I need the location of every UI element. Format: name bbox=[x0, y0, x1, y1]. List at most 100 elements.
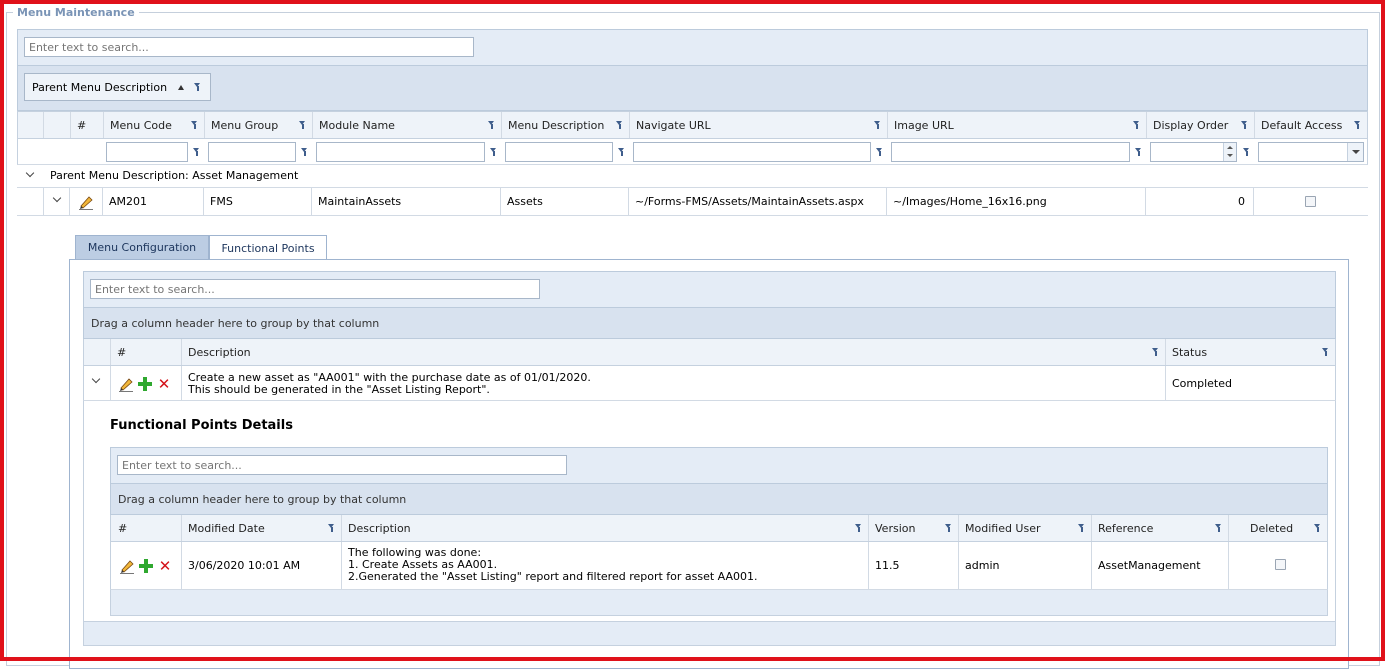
col-menu-code[interactable]: Menu Code bbox=[104, 112, 205, 138]
filter-icon[interactable] bbox=[1241, 121, 1248, 129]
group-chip-parent-menu-description[interactable]: Parent Menu Description bbox=[24, 73, 211, 101]
fp-group-panel: Drag a column header here to group by th… bbox=[83, 307, 1336, 339]
filter-icon[interactable] bbox=[945, 524, 952, 532]
filter-icon[interactable] bbox=[618, 147, 625, 156]
cell-module-name: MaintainAssets bbox=[312, 188, 501, 215]
col-image-url[interactable]: Image URL bbox=[888, 112, 1147, 138]
table-row[interactable]: ✕ Create a new asset as "AA001" with the… bbox=[83, 366, 1336, 401]
fp-group-hint: Drag a column header here to group by th… bbox=[91, 316, 380, 330]
cell-menu-description: Assets bbox=[501, 188, 629, 215]
col-command bbox=[44, 112, 71, 138]
delete-icon[interactable]: ✕ bbox=[157, 377, 171, 392]
filter-icon[interactable] bbox=[299, 121, 306, 129]
details-group-panel: Drag a column header here to group by th… bbox=[110, 483, 1328, 515]
group-chip-label: Parent Menu Description bbox=[32, 80, 168, 94]
sort-ascending-icon bbox=[178, 85, 184, 90]
filter-default-access-dropdown[interactable] bbox=[1258, 142, 1364, 162]
cell-default-access bbox=[1254, 188, 1368, 215]
details-col-hash[interactable]: # bbox=[111, 515, 182, 541]
filter-icon[interactable] bbox=[1078, 524, 1085, 532]
col-module-name[interactable]: Module Name bbox=[313, 112, 502, 138]
cell-display-order: 0 bbox=[1146, 188, 1254, 215]
filter-icon[interactable] bbox=[1314, 524, 1321, 532]
fp-cell-status: Completed bbox=[1172, 376, 1232, 390]
filter-icon[interactable] bbox=[194, 83, 201, 91]
chevron-down-icon[interactable] bbox=[52, 193, 62, 203]
filter-icon[interactable] bbox=[855, 524, 862, 532]
table-row[interactable]: AM201 FMS MaintainAssets Assets ~/Forms-… bbox=[17, 188, 1368, 216]
filter-icon[interactable] bbox=[1133, 121, 1140, 129]
details-col-reference[interactable]: Reference bbox=[1092, 515, 1229, 541]
dropdown-arrow-icon[interactable] bbox=[1347, 143, 1363, 161]
filter-icon[interactable] bbox=[301, 147, 308, 156]
chevron-down-icon[interactable] bbox=[25, 168, 35, 178]
cell-menu-code: AM201 bbox=[103, 188, 204, 215]
filter-icon[interactable] bbox=[1135, 147, 1142, 156]
filter-icon[interactable] bbox=[488, 121, 495, 129]
edit-pencil-icon[interactable] bbox=[119, 558, 135, 574]
cell-image-url: ~/Images/Home_16x16.png bbox=[887, 188, 1146, 215]
fp-col-description[interactable]: Description bbox=[182, 339, 1166, 365]
col-menu-group[interactable]: Menu Group bbox=[205, 112, 313, 138]
deleted-checkbox[interactable] bbox=[1275, 559, 1286, 570]
details-col-description[interactable]: Description bbox=[342, 515, 869, 541]
filter-icon[interactable] bbox=[1354, 121, 1361, 129]
main-search-input[interactable] bbox=[24, 37, 474, 57]
col-display-order[interactable]: Display Order bbox=[1147, 112, 1255, 138]
edit-pencil-icon[interactable] bbox=[118, 376, 134, 392]
col-hash[interactable]: # bbox=[71, 112, 104, 138]
filter-icon[interactable] bbox=[490, 147, 497, 156]
filter-navigate-url-input[interactable] bbox=[633, 142, 871, 162]
filter-icon[interactable] bbox=[1215, 524, 1222, 532]
cell-navigate-url: ~/Forms-FMS/Assets/MaintainAssets.aspx bbox=[629, 188, 887, 215]
details-cell-reference: AssetManagement bbox=[1092, 542, 1229, 589]
filter-module-name-input[interactable] bbox=[316, 142, 485, 162]
filter-icon[interactable] bbox=[1152, 348, 1159, 356]
filter-icon[interactable] bbox=[616, 121, 623, 129]
panel-title: Menu Maintenance bbox=[17, 6, 135, 19]
filter-display-order-spin[interactable] bbox=[1150, 142, 1237, 162]
filter-icon[interactable] bbox=[193, 147, 200, 156]
filter-icon[interactable] bbox=[328, 524, 335, 532]
default-access-checkbox[interactable] bbox=[1305, 196, 1316, 207]
add-icon[interactable] bbox=[138, 377, 152, 391]
filter-image-url-input[interactable] bbox=[891, 142, 1130, 162]
fp-row-expand-cell[interactable] bbox=[84, 366, 111, 400]
details-cell-version: 11.5 bbox=[869, 542, 959, 589]
details-group-hint: Drag a column header here to group by th… bbox=[118, 492, 407, 506]
fp-row-command-cell: ✕ bbox=[111, 366, 182, 400]
filter-icon[interactable] bbox=[191, 121, 198, 129]
col-menu-description[interactable]: Menu Description bbox=[502, 112, 630, 138]
details-grid-header: # Modified Date Description Version Modi… bbox=[110, 515, 1328, 542]
filter-menu-group-input[interactable] bbox=[208, 142, 296, 162]
filter-icon[interactable] bbox=[874, 121, 881, 129]
details-col-deleted[interactable]: Deleted bbox=[1229, 515, 1327, 541]
filter-icon[interactable] bbox=[1322, 348, 1329, 356]
details-col-modified-user[interactable]: Modified User bbox=[959, 515, 1092, 541]
edit-pencil-icon[interactable] bbox=[78, 194, 94, 210]
details-col-version[interactable]: Version bbox=[869, 515, 959, 541]
filter-menu-code-input[interactable] bbox=[106, 142, 188, 162]
fp-col-hash[interactable]: # bbox=[111, 339, 182, 365]
group-row-asset-management[interactable]: Parent Menu Description: Asset Managemen… bbox=[17, 165, 1368, 188]
filter-menu-description-input[interactable] bbox=[505, 142, 613, 162]
fp-search-input[interactable] bbox=[90, 279, 540, 299]
details-cell-deleted bbox=[1229, 542, 1327, 589]
filter-icon[interactable] bbox=[876, 147, 883, 156]
delete-icon[interactable]: ✕ bbox=[158, 559, 172, 574]
add-icon[interactable] bbox=[139, 559, 153, 573]
fp-cell-description: Create a new asset as "AA001" with the p… bbox=[182, 366, 1166, 400]
col-default-access[interactable]: Default Access bbox=[1255, 112, 1367, 138]
row-command-cell bbox=[70, 188, 103, 215]
details-col-modified-date[interactable]: Modified Date bbox=[182, 515, 342, 541]
filter-icon[interactable] bbox=[1243, 147, 1250, 156]
spin-updown-icon[interactable] bbox=[1223, 143, 1236, 161]
tab-menu-configuration[interactable]: Menu Configuration bbox=[75, 235, 209, 259]
tab-functional-points[interactable]: Functional Points bbox=[209, 235, 327, 260]
col-navigate-url[interactable]: Navigate URL bbox=[630, 112, 888, 138]
table-row[interactable]: ✕ 3/06/2020 10:01 AM The following was d… bbox=[110, 542, 1328, 590]
details-search-input[interactable] bbox=[117, 455, 567, 475]
chevron-down-icon[interactable] bbox=[91, 374, 101, 384]
row-expand-cell[interactable] bbox=[43, 188, 70, 215]
fp-col-status[interactable]: Status bbox=[1166, 339, 1335, 365]
